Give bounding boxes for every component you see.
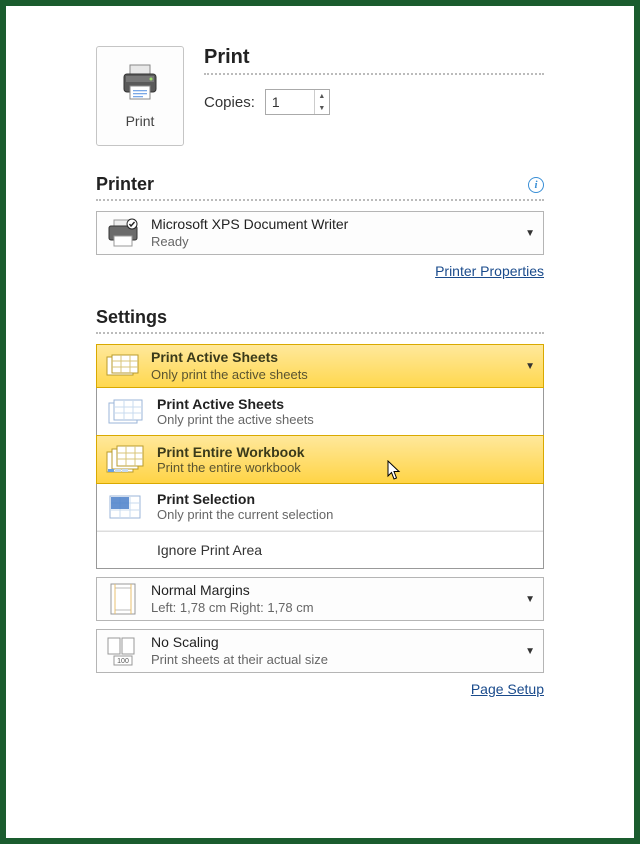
print-button[interactable]: Print: [96, 46, 184, 146]
option-desc: Only print the current selection: [157, 507, 333, 522]
copies-up[interactable]: ▲: [315, 90, 329, 102]
option-title: Print Entire Workbook: [157, 444, 305, 460]
scaling-icon: 100: [105, 636, 141, 666]
printer-properties-link[interactable]: Printer Properties: [435, 263, 544, 279]
cursor-icon: [387, 460, 403, 482]
print-button-label: Print: [126, 113, 155, 129]
printer-section-title: Printer: [96, 174, 154, 195]
printer-device-icon: [105, 218, 141, 248]
option-desc: Only print the active sheets: [157, 412, 314, 427]
option-desc: Print the entire workbook: [157, 460, 305, 475]
copies-down[interactable]: ▼: [315, 102, 329, 114]
print-backstage-panel: Print Print Copies: 1 ▲ ▼ Printe: [0, 0, 640, 844]
margins-desc: Left: 1,78 cm Right: 1,78 cm: [151, 600, 515, 616]
printer-name: Microsoft XPS Document Writer: [151, 216, 515, 234]
margins-title: Normal Margins: [151, 582, 515, 600]
option-title: Print Selection: [157, 491, 333, 507]
printer-status: Ready: [151, 234, 515, 250]
svg-text:100: 100: [117, 658, 129, 665]
chevron-down-icon: ▼: [525, 361, 535, 372]
workbook-icon: [105, 445, 147, 475]
margins-icon: [105, 583, 141, 615]
printer-dropdown[interactable]: Microsoft XPS Document Writer Ready ▼: [96, 211, 544, 255]
margins-dropdown[interactable]: Normal Margins Left: 1,78 cm Right: 1,78…: [96, 577, 544, 621]
page-setup-link[interactable]: Page Setup: [471, 681, 544, 697]
copies-label: Copies:: [204, 94, 255, 111]
scaling-desc: Print sheets at their actual size: [151, 652, 515, 668]
sheets-icon: [105, 399, 147, 425]
print-what-dropdown-list: Print Active Sheets Only print the activ…: [96, 388, 544, 569]
print-what-dropdown[interactable]: Print Active Sheets Only print the activ…: [96, 344, 544, 388]
chevron-down-icon: ▼: [525, 228, 535, 239]
info-icon[interactable]: i: [528, 177, 544, 193]
print-what-selected-desc: Only print the active sheets: [151, 367, 515, 383]
chevron-down-icon: ▼: [525, 594, 535, 605]
option-ignore-print-area[interactable]: Ignore Print Area: [97, 531, 543, 568]
sheets-icon: [105, 354, 141, 378]
print-what-selected-title: Print Active Sheets: [151, 349, 515, 367]
option-print-entire-workbook[interactable]: Print Entire Workbook Print the entire w…: [96, 435, 544, 484]
print-title: Print: [204, 46, 544, 75]
option-print-active-sheets[interactable]: Print Active Sheets Only print the activ…: [97, 388, 543, 436]
copies-value[interactable]: 1: [266, 94, 314, 110]
settings-section-title: Settings: [96, 307, 167, 328]
selection-icon: [105, 494, 147, 520]
option-print-selection[interactable]: Print Selection Only print the current s…: [97, 483, 543, 531]
copies-stepper[interactable]: 1 ▲ ▼: [265, 89, 330, 115]
chevron-down-icon: ▼: [525, 646, 535, 657]
scaling-title: No Scaling: [151, 634, 515, 652]
option-title: Print Active Sheets: [157, 396, 314, 412]
printer-icon: [120, 64, 160, 105]
scaling-dropdown[interactable]: 100 No Scaling Print sheets at their act…: [96, 629, 544, 673]
